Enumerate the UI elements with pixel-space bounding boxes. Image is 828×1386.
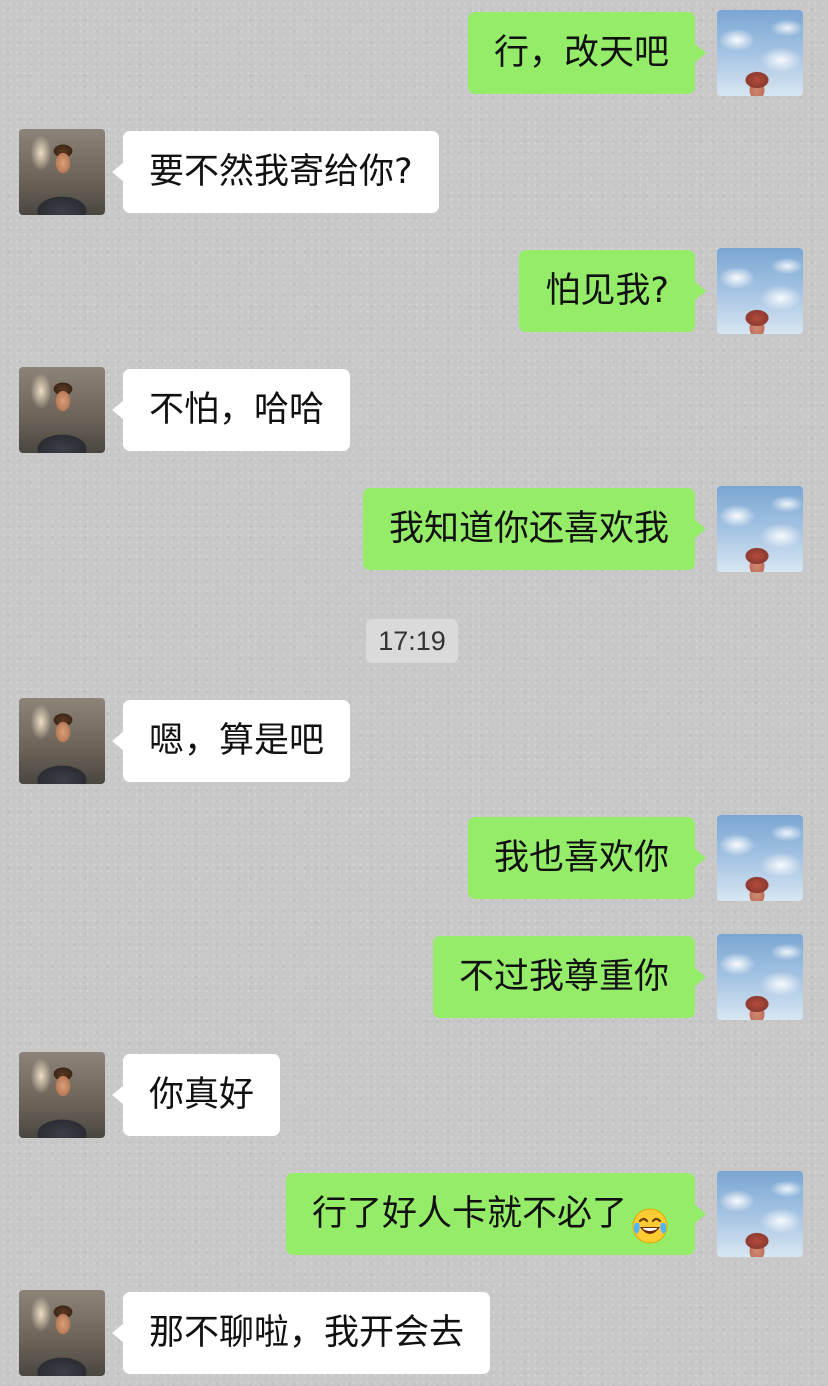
avatar-contact[interactable] bbox=[19, 367, 105, 453]
message-row-sent: 行了好人卡就不必了 bbox=[0, 1171, 828, 1257]
message-bubble-received[interactable]: 那不聊啦，我开会去 bbox=[111, 1292, 491, 1374]
message-bubble-sent[interactable]: 行，改天吧 bbox=[467, 12, 707, 94]
message-row-sent: 不过我尊重你 bbox=[0, 934, 828, 1020]
message-text: 行了好人卡就不必了 bbox=[311, 1194, 627, 1234]
message-bubble-sent[interactable]: 我也喜欢你 bbox=[467, 817, 707, 899]
message-bubble-sent[interactable]: 不过我尊重你 bbox=[432, 936, 707, 1018]
timestamp-divider: 17:19 bbox=[366, 619, 458, 663]
avatar-contact[interactable] bbox=[19, 698, 105, 784]
message-bubble-received[interactable]: 不怕，哈哈 bbox=[111, 369, 351, 451]
avatar-self[interactable] bbox=[717, 486, 803, 572]
message-row-received: 不怕，哈哈 bbox=[0, 367, 828, 453]
message-row-sent: 行，改天吧 bbox=[0, 10, 828, 96]
chat-window: 行，改天吧 要不然我寄给你? 怕见我? 不怕，哈哈 我知道你还喜欢我 17:19… bbox=[0, 0, 828, 1386]
message-bubble-sent[interactable]: 行了好人卡就不必了 bbox=[285, 1173, 707, 1255]
avatar-self[interactable] bbox=[717, 248, 803, 334]
avatar-self[interactable] bbox=[717, 10, 803, 96]
message-bubble-received[interactable]: 你真好 bbox=[111, 1054, 281, 1136]
message-row-sent: 我知道你还喜欢我 bbox=[0, 486, 828, 572]
avatar-self[interactable] bbox=[717, 815, 803, 901]
tears-of-joy-emoji-icon bbox=[631, 1193, 669, 1244]
message-bubble-received[interactable]: 嗯，算是吧 bbox=[111, 700, 351, 782]
avatar-contact[interactable] bbox=[19, 1290, 105, 1376]
message-bubble-received[interactable]: 要不然我寄给你? bbox=[112, 131, 439, 213]
message-row-sent: 我也喜欢你 bbox=[0, 815, 828, 901]
avatar-contact[interactable] bbox=[19, 129, 105, 215]
message-row-received: 要不然我寄给你? bbox=[0, 129, 828, 215]
message-bubble-sent[interactable]: 我知道你还喜欢我 bbox=[362, 488, 707, 570]
message-bubble-sent[interactable]: 怕见我? bbox=[519, 250, 706, 332]
avatar-self[interactable] bbox=[717, 934, 803, 1020]
avatar-self[interactable] bbox=[717, 1171, 803, 1257]
message-row-received: 你真好 bbox=[0, 1052, 828, 1138]
message-row-received: 那不聊啦，我开会去 bbox=[0, 1290, 828, 1376]
message-row-sent: 怕见我? bbox=[0, 248, 828, 334]
message-row-received: 嗯，算是吧 bbox=[0, 698, 828, 784]
avatar-contact[interactable] bbox=[19, 1052, 105, 1138]
